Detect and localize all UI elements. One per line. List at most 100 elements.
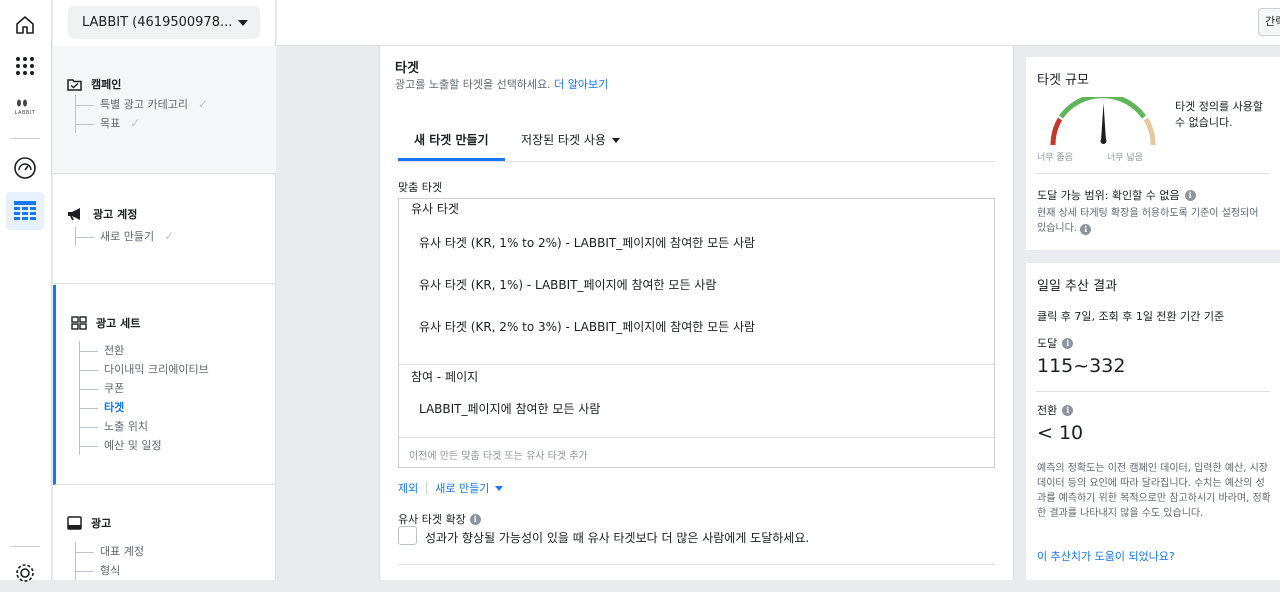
- attribution-basis: 클릭 후 7일, 조회 후 1일 전환 기간 기준: [1037, 310, 1225, 323]
- ad-set-grid-icon: [71, 316, 87, 330]
- ads-manager-table-icon[interactable]: [6, 192, 44, 230]
- estimate-disclaimer: 예측의 정확도는 이전 캠페인 데이터, 입력한 예산, 시장 데이터 등의 요…: [1037, 463, 1271, 519]
- apps-grid-icon[interactable]: [6, 47, 44, 85]
- nav-item-label: 새로 만들기: [100, 230, 155, 243]
- lookalike-expansion-label: 유사 타겟 확장 i: [398, 511, 481, 527]
- ad-square-icon: [67, 516, 82, 530]
- estimated-results-title: 일일 추산 결과: [1037, 279, 1118, 294]
- nav-campaign-title: 캠페인: [91, 78, 122, 91]
- conversions-label-text: 전환: [1037, 404, 1058, 417]
- lookalike-expansion-text: 성과가 향상될 가능성이 있을 때 유사 타겟보다 더 많은 사람에게 도달하세…: [425, 531, 810, 545]
- nav-item-label: 목표: [100, 117, 121, 130]
- audience-search-input[interactable]: 이전에 만든 맞춤 타겟 또는 유사 타겟 추가: [399, 437, 994, 467]
- icon-rail: LABBIT: [0, 0, 52, 582]
- section-title: 타겟: [395, 61, 419, 76]
- audience-size-title: 타겟 규모: [1037, 73, 1089, 88]
- audience-size-gauge: [1050, 97, 1156, 146]
- audience-size-panel: 타겟 규모 너무 좁음 너무 넓음 타겟 정의를 사용할 수 없습니다. 도달 …: [1026, 57, 1280, 250]
- audience-definition-note: 타겟 정의를 사용할 수 없습니다.: [1175, 100, 1263, 129]
- info-icon[interactable]: i: [469, 513, 481, 525]
- audience-item[interactable]: 유사 타겟 (KR, 1%) - LABBIT_페이지에 참여한 모든 사람: [419, 276, 716, 293]
- nav-item-label: 특별 광고 카테고리: [100, 98, 188, 111]
- nav-ad-account-header[interactable]: 광고 계정: [67, 206, 137, 222]
- audience-tabs: 새 타겟 만들기 저장된 타겟 사용: [398, 124, 995, 162]
- audience-item[interactable]: LABBIT_페이지에 참여한 모든 사람: [419, 400, 600, 417]
- nav-ad-set-section: 광고 세트 전환 다이내믹 크리에이티브 쿠폰 타겟 노출 위치 예산 및 일정: [53, 285, 276, 485]
- nav-item-conversion[interactable]: 전환: [80, 341, 209, 360]
- nav-ad-header[interactable]: 광고: [67, 515, 111, 531]
- home-icon[interactable]: [6, 6, 44, 44]
- settings-gear-icon[interactable]: [6, 554, 44, 592]
- nav-item-format[interactable]: 형식: [76, 561, 144, 580]
- description-text: 광고를 노출할 타겟을 선택하세요.: [395, 78, 551, 91]
- nav-item-dynamic-creative[interactable]: 다이내믹 크리에이티브: [80, 360, 209, 379]
- nav-campaign-section: 캠페인 특별 광고 카테고리 ✓ 목표 ✓: [53, 46, 276, 174]
- info-icon[interactable]: i: [1062, 337, 1074, 349]
- group-header-lookalike: 유사 타겟: [411, 202, 459, 216]
- nav-item-coupon[interactable]: 쿠폰: [80, 379, 209, 398]
- dashboard-gauge-icon[interactable]: [6, 149, 44, 187]
- gauge-narrow-label: 너무 좁음: [1037, 153, 1073, 163]
- create-new-dropdown[interactable]: 새로 만들기: [435, 480, 504, 496]
- audience-section: 타겟 광고를 노출할 타겟을 선택하세요. 더 알아보기 새 타겟 만들기 저장…: [379, 46, 1014, 580]
- group-divider: [399, 364, 994, 365]
- nav-ad-account-tree: 새로 만들기 ✓: [75, 227, 174, 246]
- gauge-broad-label: 너무 넓음: [1107, 153, 1143, 163]
- nav-item-budget-schedule[interactable]: 예산 및 일정: [80, 436, 209, 455]
- potential-reach-text: 도달 가능 범위: 확인할 수 없음: [1037, 189, 1180, 202]
- audience-actions: 제외 새로 만들기: [398, 480, 504, 496]
- nav-item-identity[interactable]: 대표 계정: [76, 542, 144, 561]
- nav-item-objective[interactable]: 목표 ✓: [76, 114, 208, 133]
- setup-nav: LABBIT (4619500978... 캠페인 특별 광고 카테고리 ✓ 목표…: [53, 0, 276, 580]
- lookalike-expansion-title: 유사 타겟 확장: [398, 513, 466, 526]
- nav-item-create-new[interactable]: 새로 만들기 ✓: [76, 227, 174, 246]
- estimated-results-panel: 일일 추산 결과 클릭 후 7일, 조회 후 1일 전환 기간 기준 도달 i …: [1026, 263, 1280, 580]
- nav-ad-section: 광고 대표 계정 형식: [53, 486, 276, 580]
- chevron-down-icon: [238, 19, 248, 26]
- nav-ad-tree: 대표 계정 형식: [75, 542, 144, 580]
- exclude-link[interactable]: 제외: [398, 480, 418, 496]
- info-icon[interactable]: i: [1184, 189, 1196, 201]
- nav-ad-title: 광고: [91, 517, 112, 530]
- brand-logo-text: LABBIT: [14, 110, 36, 116]
- nav-item-special-ad-category[interactable]: 특별 광고 카테고리 ✓: [76, 95, 208, 114]
- conversions-value: < 10: [1037, 422, 1084, 444]
- audience-item[interactable]: 유사 타겟 (KR, 1% to 2%) - LABBIT_페이지에 참여한 모…: [419, 234, 755, 251]
- info-icon[interactable]: i: [1080, 224, 1092, 235]
- custom-audience-label: 맞춤 타겟: [398, 181, 442, 194]
- reach-desc-text: 현재 상세 타게팅 확장을 허용하도록 기준이 설정되어 있습니다.: [1037, 208, 1259, 234]
- account-selector[interactable]: LABBIT (4619500978...: [68, 6, 260, 39]
- nav-item-audience[interactable]: 타겟: [80, 398, 209, 417]
- audience-item[interactable]: 유사 타겟 (KR, 2% to 3%) - LABBIT_페이지에 참여한 모…: [419, 318, 755, 335]
- chevron-down-icon: [611, 138, 620, 143]
- checkmark-icon: ✓: [130, 116, 141, 130]
- campaign-folder-icon: [67, 78, 82, 91]
- learn-more-link[interactable]: 더 알아보기: [554, 78, 608, 91]
- checkmark-icon: ✓: [197, 97, 209, 111]
- nav-item-placements[interactable]: 노출 위치: [80, 417, 209, 436]
- nav-ad-set-header[interactable]: 광고 세트: [71, 315, 140, 331]
- reach-label-text: 도달: [1037, 337, 1058, 350]
- tab-saved-audience[interactable]: 저장된 타겟 사용: [521, 124, 620, 161]
- conversions-label: 전환 i: [1037, 402, 1074, 418]
- nav-ad-set-title: 광고 세트: [96, 317, 141, 330]
- nav-ad-set-tree: 전환 다이내믹 크리에이티브 쿠폰 타겟 노출 위치 예산 및 일정: [79, 341, 209, 455]
- nav-ad-account-title: 광고 계정: [93, 208, 138, 221]
- group-header-page-engagement: 참여 - 페이지: [411, 370, 479, 384]
- chevron-down-icon: [495, 485, 504, 491]
- brand-logo[interactable]: LABBIT: [6, 87, 44, 125]
- summary-button[interactable]: 간략: [1258, 8, 1280, 36]
- tab-label: 저장된 타겟 사용: [521, 133, 606, 147]
- estimate-feedback-link[interactable]: 이 추산치가 도움이 되었나요?: [1037, 548, 1175, 564]
- lookalike-expansion-checkbox[interactable]: [398, 526, 417, 545]
- potential-reach-title: 도달 가능 범위: 확인할 수 없음 i: [1037, 187, 1196, 203]
- nav-campaign-header[interactable]: 캠페인: [67, 76, 121, 92]
- checkmark-icon: ✓: [164, 229, 175, 243]
- potential-reach-description: 현재 상세 타게팅 확장을 허용하도록 기준이 설정되어 있습니다. i: [1037, 206, 1269, 236]
- info-icon[interactable]: i: [1062, 404, 1074, 416]
- tab-create-new-audience[interactable]: 새 타겟 만들기: [398, 124, 505, 161]
- section-description: 광고를 노출할 타겟을 선택하세요. 더 알아보기: [395, 76, 608, 92]
- top-bar: 간략: [277, 0, 1280, 46]
- nav-ad-account-section: 광고 계정 새로 만들기 ✓: [53, 175, 276, 284]
- create-new-label: 새로 만들기: [435, 482, 490, 495]
